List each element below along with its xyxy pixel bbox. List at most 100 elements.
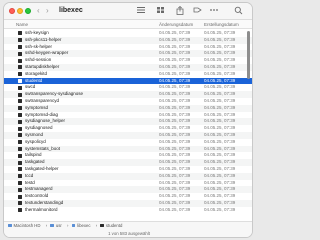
file-row[interactable]: ssh-sk-helper 04.05.25, 07:39 04.05.25, 07… xyxy=(4,43,252,51)
executable-icon xyxy=(18,85,22,90)
file-created: 04.05.25, 07:39 xyxy=(204,36,236,42)
file-row[interactable]: textunderstandingd 04.05.25, 07:39 04.05.2… xyxy=(4,199,252,207)
file-modified: 04.05.25, 07:39 xyxy=(159,36,191,42)
file-name: taskgated-helper xyxy=(25,165,59,171)
file-modified: 04.05.25, 07:39 xyxy=(159,193,191,199)
vertical-scrollbar[interactable] xyxy=(247,31,250,79)
column-name[interactable]: Name xyxy=(16,20,28,29)
executable-icon xyxy=(18,187,22,192)
file-row[interactable]: ssh-pkcs11-helper 04.05.25, 07:39 04.05.25… xyxy=(4,36,252,44)
file-modified: 04.05.25, 07:39 xyxy=(159,165,191,171)
share-icon[interactable] xyxy=(174,5,186,16)
file-name: swtransparencyd xyxy=(25,97,60,103)
file-row[interactable]: testd 04.05.25, 07:39 04.05.25, 07:39 xyxy=(4,179,252,187)
file-row[interactable]: symptomsd-diag 04.05.25, 07:39 04.05.25, 0… xyxy=(4,111,252,119)
folder-icon xyxy=(71,224,76,227)
file-name: swtransparency-sysdiagnose xyxy=(25,91,84,97)
column-modified[interactable]: Änderungsdatum xyxy=(159,20,193,29)
file-row[interactable]: symptomsd 04.05.25, 07:39 04.05.25, 07:39 xyxy=(4,104,252,112)
file-row[interactable]: testmanagerd 04.05.25, 07:39 04.05.25, 07:… xyxy=(4,186,252,194)
group-icon[interactable] xyxy=(154,6,168,16)
file-row[interactable]: sshd-session 04.05.25, 07:39 04.05.25, 07:… xyxy=(4,57,252,64)
file-created: 04.05.25, 07:39 xyxy=(204,43,236,49)
path-item-usr[interactable]: usr xyxy=(50,223,63,228)
file-modified: 04.05.25, 07:39 xyxy=(159,172,191,178)
executable-icon xyxy=(18,65,22,70)
back-button[interactable]: ‹ xyxy=(37,6,40,16)
search-icon[interactable] xyxy=(232,6,244,16)
file-created: 04.05.25, 07:39 xyxy=(204,199,236,205)
path-separator: › xyxy=(67,223,69,228)
file-row[interactable]: storagekitd 04.05.25, 07:39 04.05.25, 07:3… xyxy=(4,71,252,78)
executable-icon xyxy=(18,92,22,97)
file-row[interactable]: sysdiagnose_helper 04.05.25, 07:39 04.05.2… xyxy=(4,118,252,126)
file-created: 04.05.25, 07:39 xyxy=(204,50,236,56)
executable-icon xyxy=(18,119,22,124)
forward-button[interactable]: › xyxy=(46,6,49,16)
file-modified: 04.05.25, 07:39 xyxy=(159,57,191,63)
more-icon[interactable] xyxy=(208,6,222,16)
minimize-window-button[interactable] xyxy=(17,8,23,14)
file-created: 04.05.25, 07:39 xyxy=(204,159,236,165)
executable-icon xyxy=(18,146,22,151)
executable-icon xyxy=(18,112,22,117)
file-modified: 04.05.25, 07:39 xyxy=(159,91,191,97)
file-row[interactable]: swtransparencyd 04.05.25, 07:39 04.05.25, … xyxy=(4,97,252,105)
executable-icon xyxy=(18,78,22,83)
list-view-icon[interactable] xyxy=(134,6,148,16)
file-created: 04.05.25, 07:39 xyxy=(204,111,236,117)
file-row[interactable]: thermalmonitord 04.05.25, 07:39 04.05.25, … xyxy=(4,206,252,214)
file-created: 04.05.25, 07:39 xyxy=(204,186,236,192)
path-item-disk[interactable]: Macintosh HD xyxy=(8,223,42,228)
file-created: 04.05.25, 07:39 xyxy=(204,84,236,90)
file-row[interactable]: sshd-keygen-wrapper 04.05.25, 07:39 04.05.… xyxy=(4,50,252,58)
executable-icon xyxy=(18,72,22,77)
file-created: 04.05.25, 07:39 xyxy=(204,131,236,137)
file-row[interactable]: studentd 04.05.25, 07:39 04.05.25, 07:39 xyxy=(4,77,252,85)
executable-icon xyxy=(18,174,22,179)
file-row[interactable]: tailspind 04.05.25, 07:39 04.05.25, 07:39 xyxy=(4,152,252,159)
file-modified: 04.05.25, 07:39 xyxy=(159,111,191,117)
file-created: 04.05.25, 07:39 xyxy=(204,172,236,178)
file-created: 04.05.25, 07:39 xyxy=(204,91,236,97)
file-name: tailspind xyxy=(25,152,42,158)
file-row[interactable]: sysdiagnosed 04.05.25, 07:39 04.05.25, 07:… xyxy=(4,125,252,132)
file-row[interactable]: startupdiskhelper 04.05.25, 07:39 04.05.25… xyxy=(4,63,252,71)
file-row[interactable]: taskgated-helper 04.05.25, 07:39 04.05.25,… xyxy=(4,165,252,173)
executable-icon xyxy=(18,160,22,165)
path-item-file[interactable]: studentd xyxy=(100,223,124,228)
close-window-button[interactable] xyxy=(9,8,15,14)
file-name: symptomsd-diag xyxy=(25,111,59,117)
file-row[interactable]: textcontrold 04.05.25, 07:39 04.05.25, 07:… xyxy=(4,193,252,200)
file-created: 04.05.25, 07:39 xyxy=(204,104,236,110)
file-name: swcd xyxy=(25,84,36,90)
path-item-libexec[interactable]: libexec xyxy=(71,223,93,228)
file-modified: 04.05.25, 07:39 xyxy=(159,118,191,124)
file-modified: 04.05.25, 07:39 xyxy=(159,138,191,144)
file-modified: 04.05.25, 07:39 xyxy=(159,50,191,56)
zoom-window-button[interactable] xyxy=(25,8,31,14)
executable-icon xyxy=(18,126,22,131)
file-row[interactable]: ssh-keysign 04.05.25, 07:39 04.05.25, 07:3… xyxy=(4,30,252,37)
file-name: sysdiagnosed xyxy=(25,125,53,131)
column-created[interactable]: Erstellungsdatum xyxy=(204,20,239,29)
file-created: 04.05.25, 07:39 xyxy=(204,152,236,158)
file-modified: 04.05.25, 07:39 xyxy=(159,179,191,185)
executable-icon xyxy=(18,133,22,138)
file-modified: 04.05.25, 07:39 xyxy=(159,84,191,90)
file-row[interactable]: swcd 04.05.25, 07:39 04.05.25, 07:39 xyxy=(4,84,252,91)
file-created: 04.05.25, 07:39 xyxy=(204,63,236,69)
file-row[interactable]: systemstats_boot 04.05.25, 07:39 04.05.25,… xyxy=(4,145,252,153)
file-name: thermalmonitord xyxy=(25,206,58,212)
tag-icon[interactable] xyxy=(191,6,203,16)
file-row[interactable]: syspolicyd 04.05.25, 07:39 04.05.25, 07:39 xyxy=(4,138,252,146)
file-row[interactable]: swtransparency-sysdiagnose 04.05.25, 07:3… xyxy=(4,91,252,98)
path-bar: Macintosh HD › usr › libexec › studentd xyxy=(4,221,252,229)
file-name: sshd-session xyxy=(25,57,52,63)
file-name: systemstats_boot xyxy=(25,145,61,151)
file-row[interactable]: tccd 04.05.25, 07:39 04.05.25, 07:39 xyxy=(4,172,252,180)
file-name: sysdiagnose_helper xyxy=(25,118,66,124)
file-row[interactable]: taskgated 04.05.25, 07:39 04.05.25, 07:39 xyxy=(4,159,252,166)
file-name: tccd xyxy=(25,172,34,178)
file-row[interactable]: sysmond 04.05.25, 07:39 04.05.25, 07:39 xyxy=(4,131,252,139)
